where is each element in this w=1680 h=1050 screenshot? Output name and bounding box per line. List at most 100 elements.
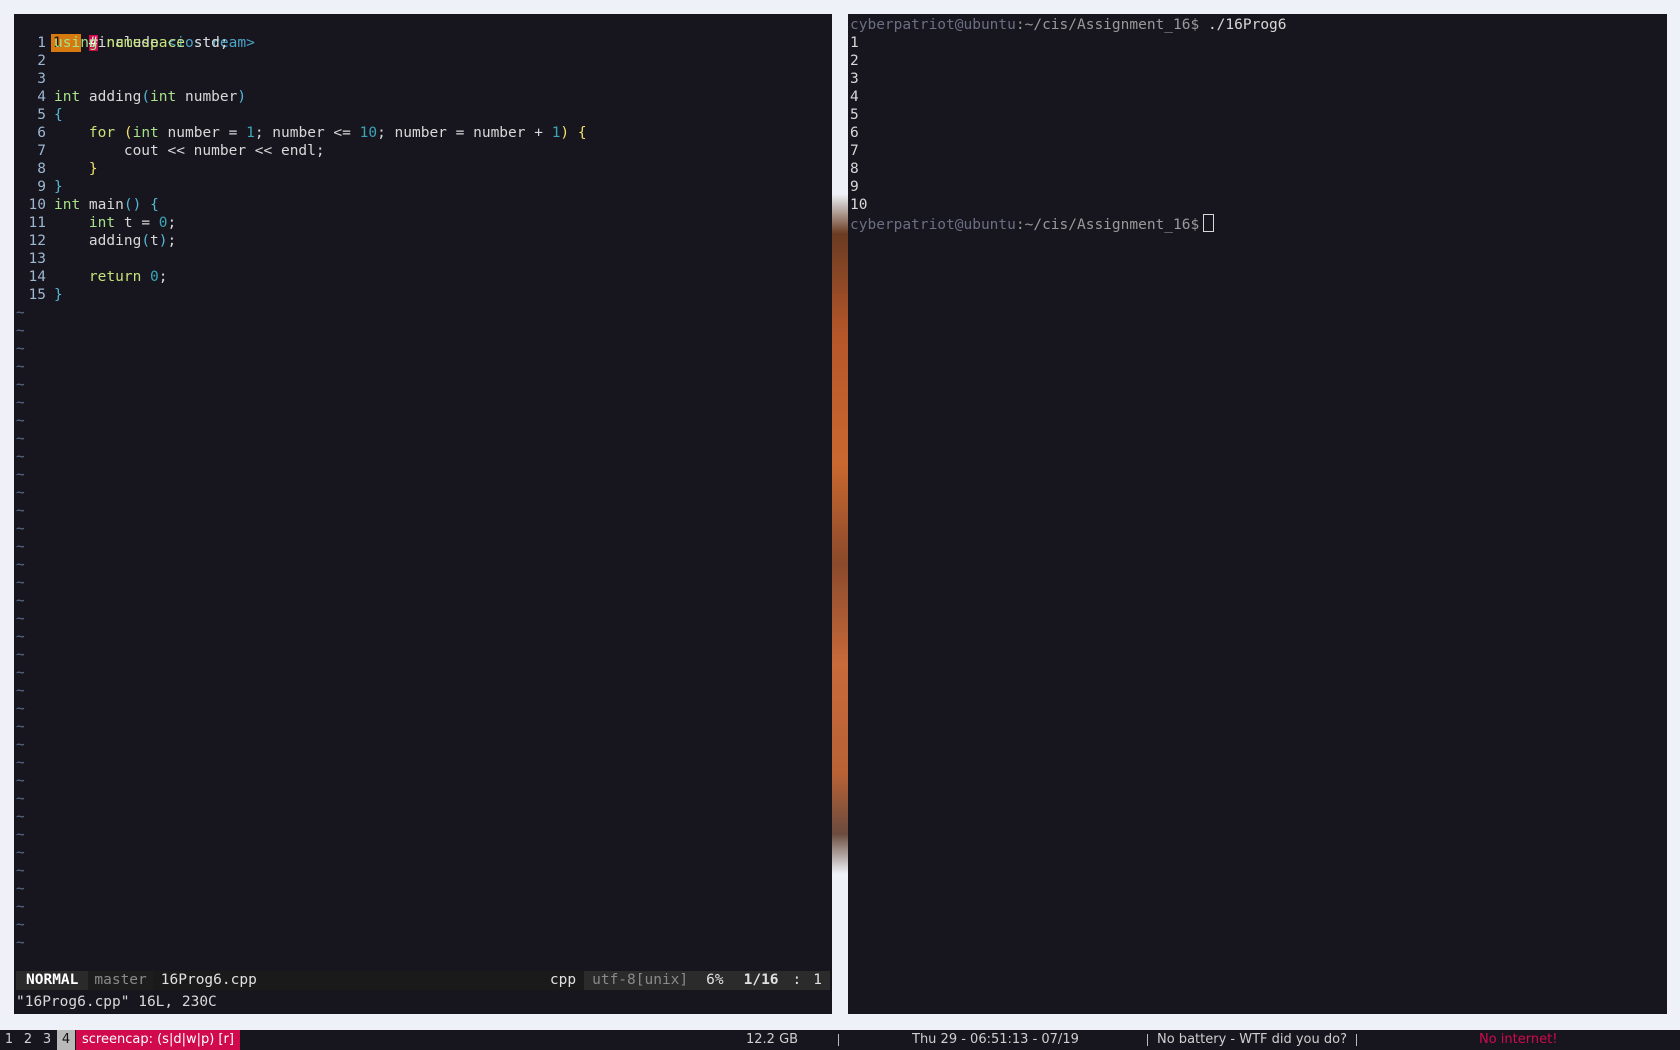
code-token: int [54,197,81,213]
line-number: 4 [37,89,46,105]
prompt-dollar: $ [1190,17,1200,33]
output-line: 2 [850,53,859,69]
empty-line-marker: ~ [16,917,25,933]
code-token: int [54,89,81,105]
empty-line-marker: ~ [16,647,25,663]
code-line[interactable]: 7 cout << number << endl; [16,142,324,160]
workspace-1[interactable]: 1 [0,1030,18,1050]
code-token: ; [167,215,177,231]
code-line[interactable]: 4 int adding(int number) [16,88,246,106]
code-token: 0 [158,215,168,231]
empty-line-marker: ~ [16,737,25,753]
line-number: 11 [28,215,46,231]
code-token: using [54,35,98,51]
code-line[interactable]: 10 int main() { [16,196,159,214]
code-line-include[interactable]: 1 #include <iostream> [16,16,255,52]
code-line[interactable]: 14 return 0; [16,268,168,286]
prompt-path: :~/cis/Assignment_16 [1015,17,1191,33]
code-token: number = [158,125,247,141]
workspace-3[interactable]: 3 [38,1030,56,1050]
workspace-2[interactable]: 2 [19,1030,37,1050]
code-line[interactable]: 13 [16,250,54,268]
empty-line-marker: ~ [16,827,25,843]
file-encoding: utf-8[unix] [584,971,697,990]
code-line[interactable]: 5{ [16,106,63,124]
code-line[interactable]: 9} [16,178,62,196]
empty-line-marker: ~ [16,935,25,951]
terminal-prompt-active[interactable]: cyberpatriot@ubuntu:~/cis/Assignment_16$ [850,214,1215,233]
output-line: 3 [850,71,859,87]
output-line: 9 [850,179,859,195]
output-line: 8 [850,161,859,177]
output-line: 5 [850,107,859,123]
vim-editor-pane[interactable]: 1 #include <iostream> 1 using namespace st… [14,14,832,1014]
code-line[interactable]: 15} [16,286,63,304]
empty-line-marker: ~ [16,359,25,375]
output-line: 1 [850,35,859,51]
code-token: t [150,233,159,249]
line-number: 1 [37,35,46,51]
file-name: 16Prog6.cpp [152,971,542,990]
code-token: 1 [246,125,255,141]
code-token: 0 [150,269,159,285]
line-number: 8 [37,161,46,177]
empty-line-marker: ~ [16,575,25,591]
code-token: int [150,89,177,105]
prompt-dollar: $ [1190,217,1200,233]
line-number: 5 [37,107,46,123]
code-token: { [54,107,63,123]
line-number: 7 [37,143,46,159]
code-token: for [88,125,116,141]
empty-line-marker: ~ [16,485,25,501]
prompt-path: :~/cis/Assignment_16 [1015,217,1191,233]
empty-line-marker: ~ [16,341,25,357]
code-token: () [123,197,142,213]
code-line[interactable]: 12 adding(t); [16,232,177,250]
code-token: } [54,287,63,303]
executed-command: ./16Prog6 [1199,17,1287,33]
output-line: 4 [850,89,859,105]
code-line[interactable]: 8 } [16,160,97,178]
code-token: number [176,89,238,105]
code-line[interactable]: 2 [16,52,54,70]
code-line[interactable]: 11 int t = 0; [16,214,177,232]
mode-indicator: NORMAL [16,971,89,990]
code-token: std; [184,35,229,51]
terminal-command-line: cyberpatriot@ubuntu:~/cis/Assignment_16$… [850,16,1287,34]
code-token: ) [560,125,570,141]
code-line[interactable]: 6 for (int number = 1; number <= 10; num… [16,124,586,142]
code-line[interactable]: 1 using namespace std; [16,34,229,52]
empty-line-marker: ~ [16,305,25,321]
code-token: ( [123,125,133,141]
empty-line-marker: ~ [16,683,25,699]
git-branch: master [88,971,153,990]
empty-line-marker: ~ [16,395,25,411]
code-token: adding [80,89,142,105]
empty-line-marker: ~ [16,557,25,573]
empty-line-marker: ~ [16,503,25,519]
network-status: No internet! [1479,1032,1558,1047]
separator [1147,1034,1148,1046]
terminal-pane[interactable]: cyberpatriot@ubuntu:~/cis/Assignment_16$… [848,14,1667,1014]
code-token: ; [158,269,168,285]
file-type: cpp [541,971,585,990]
empty-line-marker: ~ [16,377,25,393]
empty-line-marker: ~ [16,881,25,897]
code-line[interactable]: 3 [16,70,54,88]
empty-line-marker: ~ [16,611,25,627]
empty-line-marker: ~ [16,467,25,483]
vim-command-line[interactable]: "16Prog6.cpp" 16L, 230C [16,993,217,1011]
code-token: int [88,215,116,231]
desktop-wallpaper [832,14,848,1014]
output-line: 6 [850,125,859,141]
separator [838,1034,839,1046]
output-line: 7 [850,143,859,159]
workspace-4[interactable]: 4 [57,1030,75,1050]
date-time: Thu 29 - 06:51:13 - 07/19 [912,1032,1079,1047]
